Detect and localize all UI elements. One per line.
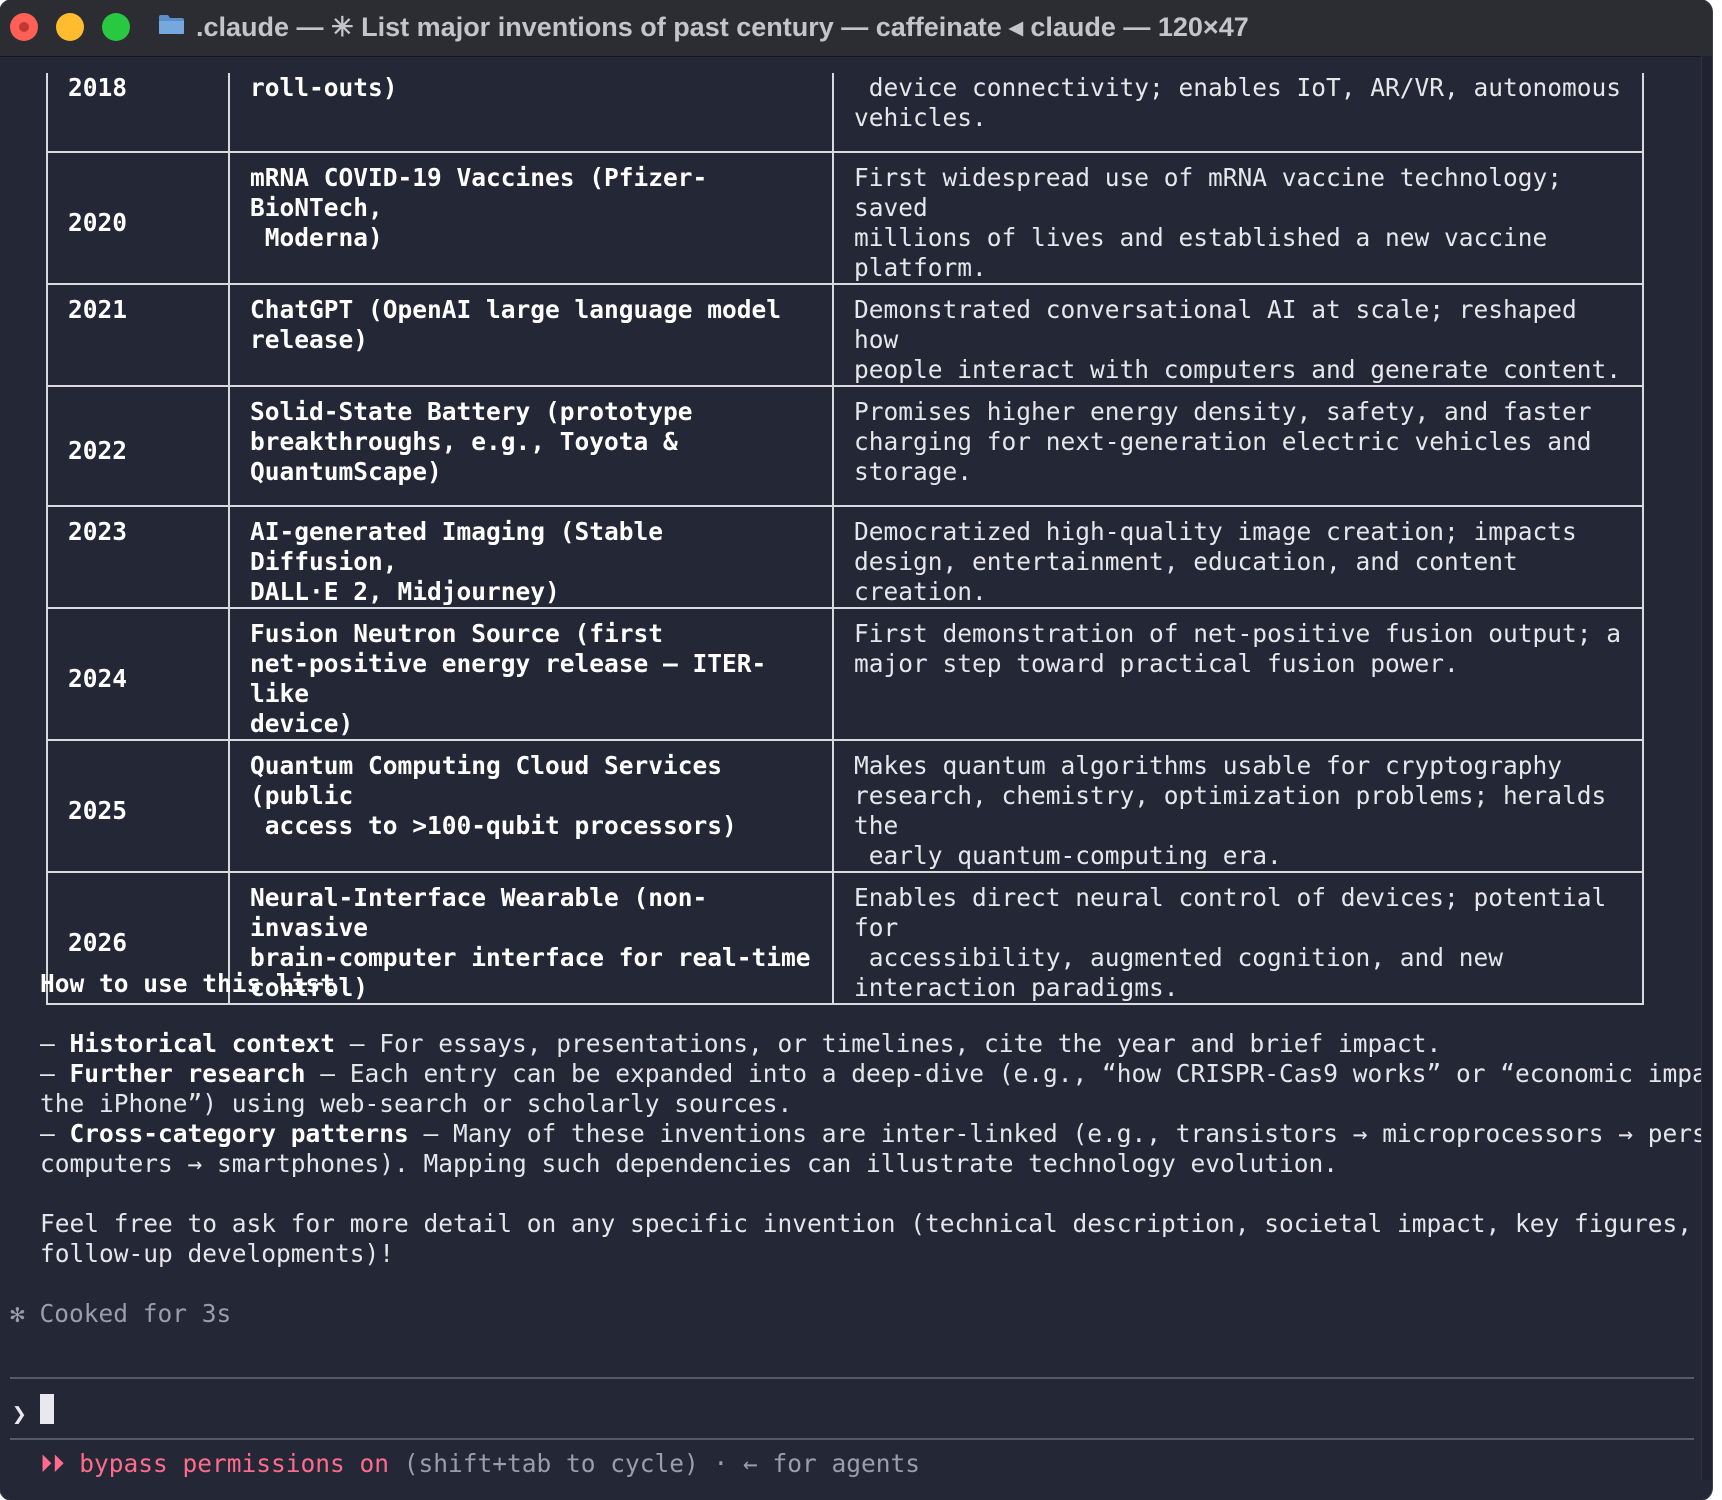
howto-item: – Further research – Each entry can be e…	[40, 1059, 1712, 1089]
invention-cell: ChatGPT (OpenAI large language model rel…	[228, 283, 834, 387]
footer-status: ⏵⏵ bypass permissions on (shift+tab to c…	[40, 1449, 920, 1479]
howto-item-label: Historical context	[69, 1029, 336, 1058]
year-cell: 2021	[46, 283, 230, 387]
bullet-dash: –	[40, 1059, 70, 1088]
impact-cell: Enables direct neural control of devices…	[832, 871, 1644, 1005]
status-line: ✻ Cooked for 3s	[10, 1299, 231, 1329]
table-row: 2023 AI-generated Imaging (Stable Diffus…	[46, 505, 1644, 609]
minimize-button[interactable]	[56, 13, 84, 41]
table-row: 2022 Solid-State Battery (prototype brea…	[46, 385, 1644, 507]
invention-cell: Fusion Neutron Source (first net-positiv…	[228, 607, 834, 741]
table-row: 2020 mRNA COVID-19 Vaccines (Pfizer-BioN…	[46, 151, 1644, 285]
table-row: 2018 roll-outs) device connectivity; ena…	[46, 73, 1644, 153]
title-bar: .claude — ✳ List major inventions of pas…	[0, 0, 1712, 57]
permission-mode-label[interactable]: bypass permissions on	[79, 1449, 389, 1478]
invention-cell: Solid-State Battery (prototype breakthro…	[228, 385, 834, 507]
year-cell: 2024	[46, 607, 230, 741]
howto-item-label: Further research	[69, 1059, 306, 1088]
impact-cell: First demonstration of net-positive fusi…	[832, 607, 1644, 741]
impact-cell: Democratized high-quality image creation…	[832, 505, 1644, 609]
howto-item-label: Cross-category patterns	[69, 1119, 409, 1148]
maximize-button[interactable]	[102, 13, 130, 41]
table-row: 2025 Quantum Computing Cloud Services (p…	[46, 739, 1644, 873]
howto-item: – Cross-category patterns – Many of thes…	[40, 1119, 1712, 1149]
prompt-chevron-icon: ❯	[12, 1399, 27, 1428]
terminal-content: 2018 roll-outs) device connectivity; ena…	[0, 57, 1712, 1500]
year-cell: 2025	[46, 739, 230, 873]
impact-cell: First widespread use of mRNA vaccine tec…	[832, 151, 1644, 285]
howto-item-text: – Many of these inventions are inter-lin…	[408, 1119, 1712, 1148]
howto-heading: How to use this list	[40, 969, 336, 998]
howto-item-text: – For essays, presentations, or timeline…	[335, 1029, 1442, 1058]
impact-cell: Makes quantum algorithms usable for cryp…	[832, 739, 1644, 873]
impact-cell: device connectivity; enables IoT, AR/VR,…	[832, 73, 1644, 153]
howto-item-continuation: computers → smartphones). Mapping such d…	[40, 1149, 1339, 1178]
impact-cell: Demonstrated conversational AI at scale;…	[832, 283, 1644, 387]
inventions-table: 2018 roll-outs) device connectivity; ena…	[46, 73, 1644, 1005]
closing-text-line: Feel free to ask for more detail on any …	[40, 1209, 1712, 1238]
howto-item-continuation: the iPhone”) using web-search or scholar…	[40, 1089, 793, 1118]
input-bottom-divider	[10, 1438, 1694, 1440]
howto-item-text: – Each entry can be expanded into a deep…	[305, 1059, 1712, 1088]
folder-icon	[159, 15, 184, 34]
bullet-dash: –	[40, 1119, 70, 1148]
year-cell: 2022	[46, 385, 230, 507]
invention-cell: Quantum Computing Cloud Services (public…	[228, 739, 834, 873]
prompt-input-cursor[interactable]	[40, 1394, 54, 1424]
cooked-status: Cooked for 3s	[39, 1299, 232, 1328]
year-cell: 2023	[46, 505, 230, 609]
window-title: .claude — ✳ List major inventions of pas…	[196, 12, 1249, 42]
bullet-dash: –	[40, 1029, 70, 1058]
table-row: 2021 ChatGPT (OpenAI large language mode…	[46, 283, 1644, 387]
impact-cell: Promises higher energy density, safety, …	[832, 385, 1644, 507]
terminal-window: .claude — ✳ List major inventions of pas…	[0, 0, 1712, 1500]
howto-item: – Historical context – For essays, prese…	[40, 1029, 1441, 1059]
footer-hint: (shift+tab to cycle) · ← for agents	[389, 1449, 921, 1478]
year-cell: 2020	[46, 151, 230, 285]
fast-forward-icon: ⏵⏵	[40, 1449, 65, 1478]
table-row: 2024 Fusion Neutron Source (first net-po…	[46, 607, 1644, 741]
invention-cell: mRNA COVID-19 Vaccines (Pfizer-BioNTech,…	[228, 151, 834, 285]
scrollbar[interactable]	[1701, 56, 1712, 1480]
invention-cell: roll-outs)	[228, 73, 834, 153]
close-button[interactable]	[10, 13, 38, 41]
spinner-icon: ✻	[10, 1299, 25, 1328]
year-cell: 2018	[46, 73, 230, 153]
invention-cell: AI-generated Imaging (Stable Diffusion, …	[228, 505, 834, 609]
closing-text-line: follow-up developments)!	[40, 1239, 395, 1268]
input-top-divider	[10, 1377, 1694, 1379]
